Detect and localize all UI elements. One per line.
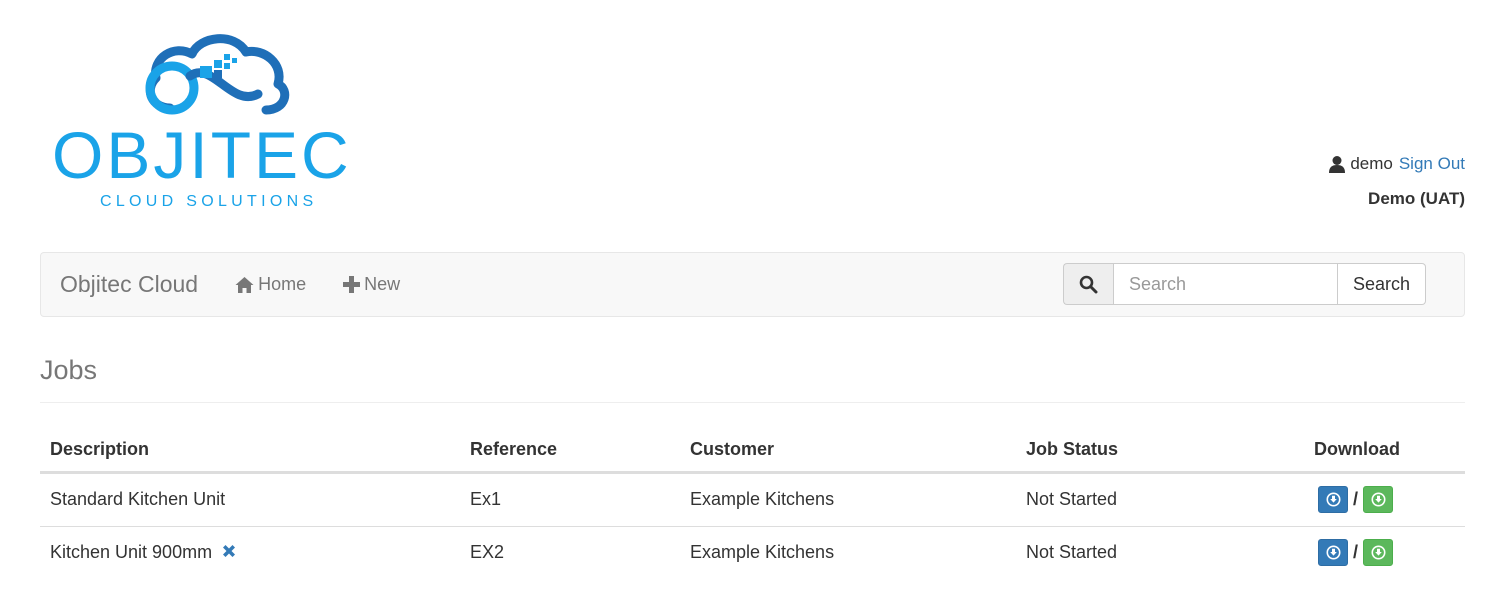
download-primary-button[interactable] xyxy=(1318,486,1348,513)
nav-item-new-label: New xyxy=(364,274,401,294)
download-circle-icon xyxy=(1371,492,1386,507)
navbar: Objitec Cloud Home New Search xyxy=(40,252,1465,317)
plus-icon xyxy=(343,276,361,293)
download-separator: / xyxy=(1353,542,1359,562)
home-icon xyxy=(235,276,254,293)
search-group: Search xyxy=(1063,263,1426,305)
table-header-row: Description Reference Customer Job Statu… xyxy=(40,429,1465,474)
user-area: demo Sign Out Demo (UAT) xyxy=(1328,152,1465,209)
user-icon xyxy=(1328,155,1346,173)
cell-download: / xyxy=(1304,527,1465,580)
jobs-table: Description Reference Customer Job Statu… xyxy=(40,429,1465,579)
download-circle-icon xyxy=(1326,545,1340,560)
column-header-description: Description xyxy=(40,429,460,474)
cell-job-status: Not Started xyxy=(1026,542,1118,562)
table-row: Kitchen Unit 900mm EX2 Example Kitchens … xyxy=(40,527,1465,580)
navbar-brand[interactable]: Objitec Cloud xyxy=(60,271,198,298)
page: OBJITEC CLOUD SOLUTIONS demo Sign Out De… xyxy=(0,0,1485,591)
search-addon xyxy=(1063,263,1113,305)
nav-item-new[interactable]: New xyxy=(343,274,400,295)
remove-x-icon[interactable] xyxy=(221,543,237,564)
job-description[interactable]: Standard Kitchen Unit xyxy=(50,489,225,509)
column-header-download: Download xyxy=(1304,429,1465,474)
cell-job-status: Not Started xyxy=(1016,472,1304,527)
cell-description: Kitchen Unit 900mm xyxy=(40,527,460,580)
download-secondary-button[interactable] xyxy=(1363,486,1394,513)
cell-description: Standard Kitchen Unit xyxy=(40,472,460,527)
cell-customer: Example Kitchens xyxy=(680,472,1016,527)
logo-title: OBJITEC xyxy=(52,118,352,192)
search-input[interactable] xyxy=(1113,263,1338,305)
nav-item-home-label: Home xyxy=(258,274,307,294)
download-circle-icon xyxy=(1371,545,1386,560)
cell-download: / xyxy=(1304,472,1465,527)
table-row: Standard Kitchen Unit Ex1 Example Kitche… xyxy=(40,472,1465,527)
column-header-reference: Reference xyxy=(460,429,680,474)
column-header-job-status: Job Status xyxy=(1016,429,1304,474)
username: demo xyxy=(1350,154,1393,173)
cell-customer: Example Kitchens xyxy=(690,542,835,562)
objitec-logo: OBJITEC CLOUD SOLUTIONS xyxy=(52,30,392,215)
search-icon xyxy=(1079,275,1098,293)
cell-reference: Ex1 xyxy=(460,472,680,527)
header: OBJITEC CLOUD SOLUTIONS demo Sign Out De… xyxy=(40,0,1465,252)
page-title: Jobs xyxy=(40,355,1465,403)
sign-out-link[interactable]: Sign Out xyxy=(1399,154,1465,174)
download-secondary-button[interactable] xyxy=(1363,539,1394,566)
logo-subtitle: CLOUD SOLUTIONS xyxy=(100,193,318,210)
tenant-name: Demo (UAT) xyxy=(1368,189,1465,208)
job-description[interactable]: Kitchen Unit 900mm xyxy=(50,542,212,562)
nav-item-home[interactable]: Home xyxy=(235,274,306,295)
user-line: demo Sign Out xyxy=(1328,152,1465,176)
download-separator: / xyxy=(1353,489,1359,509)
download-primary-button[interactable] xyxy=(1318,539,1348,566)
cell-reference: EX2 xyxy=(470,542,505,562)
column-header-customer: Customer xyxy=(680,429,1016,474)
search-button[interactable]: Search xyxy=(1338,263,1426,305)
cloud-infinity-logo-icon xyxy=(145,34,290,115)
download-circle-icon xyxy=(1326,492,1340,507)
